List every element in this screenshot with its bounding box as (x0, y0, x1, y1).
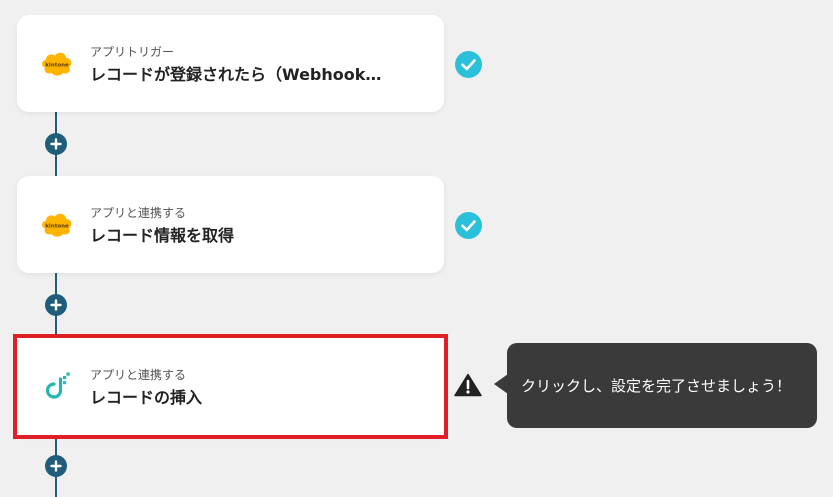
flow-step-trigger[interactable]: kintone アプリトリガー レコードが登録されたら（Webhook… (17, 15, 444, 112)
add-step-button[interactable] (45, 133, 67, 155)
check-icon (455, 212, 482, 239)
add-step-button[interactable] (45, 455, 67, 477)
svg-text:kintone: kintone (45, 224, 69, 230)
docutize-app-icon (39, 370, 75, 402)
add-step-button[interactable] (45, 294, 67, 316)
step-type-label: アプリと連携する (90, 368, 187, 382)
check-icon (455, 51, 482, 78)
svg-text:kintone: kintone (45, 63, 69, 69)
plus-icon (50, 299, 62, 311)
plus-icon (50, 138, 62, 150)
warning-icon (454, 373, 482, 397)
step-type-label: アプリトリガー (90, 45, 175, 59)
kintone-icon: kintone (39, 208, 75, 240)
flow-step-insert-record[interactable]: アプリと連携する レコードの挿入 (13, 334, 448, 439)
flow-canvas: kintone アプリトリガー レコードが登録されたら（Webhook… kin… (0, 0, 833, 497)
step-type-label: アプリと連携する (90, 206, 187, 220)
flow-step-get-record[interactable]: kintone アプリと連携する レコード情報を取得 (17, 176, 444, 273)
step-title: レコード情報を取得 (90, 226, 235, 245)
step-title: レコードの挿入 (90, 388, 203, 407)
kintone-icon: kintone (39, 47, 75, 79)
setup-tooltip: クリックし、設定を完了させましょう！ (507, 343, 817, 428)
step-title: レコードが登録されたら（Webhook… (90, 65, 382, 84)
tooltip-text: クリックし、設定を完了させましょう！ (521, 377, 792, 395)
tooltip-arrow (494, 374, 508, 394)
plus-icon (50, 460, 62, 472)
